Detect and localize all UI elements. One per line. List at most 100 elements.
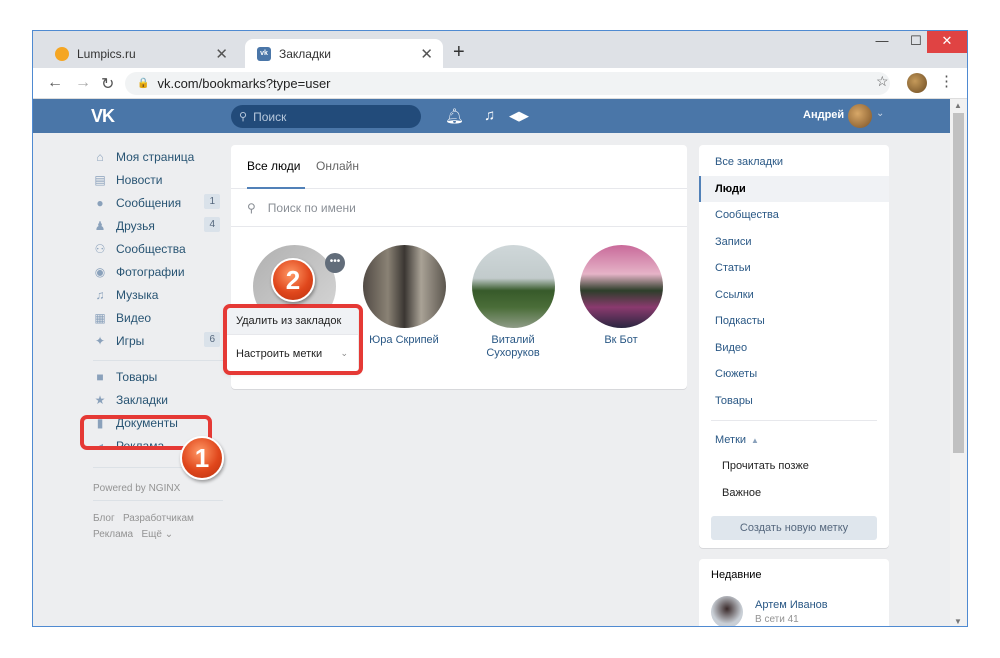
menu-label: Друзья [116,218,155,233]
person-photo[interactable] [471,245,555,328]
bag-icon: ■ [96,369,104,384]
person-name[interactable]: Юра Скрипей [349,334,459,347]
chevron-down-icon[interactable]: ⌄ [876,108,884,119]
footer-dev-link[interactable]: Разработчикам [123,513,194,524]
tab-bookmarks[interactable]: vk Закладки ✕ [245,39,443,68]
reload-icon[interactable]: ↻ [101,74,114,94]
tab-lumpics[interactable]: Lumpics.ru ✕ [43,39,238,68]
more-actions-icon[interactable]: ••• [325,253,345,273]
vk-header: VK ⚲ Поиск 🔔︎ ♫ ◀▶ Андрей ⌄ [33,99,951,133]
category-all[interactable]: Все закладки [699,149,889,176]
music-icon: ♫ [95,287,105,302]
tags-toggle[interactable]: Метки ▲ [699,427,889,453]
menu-item-music[interactable]: ♫ Музыка [93,283,223,306]
category-communities[interactable]: Сообщества [699,202,889,229]
home-icon: ⌂ [96,149,104,164]
menu-item-video[interactable]: ▦ Видео [93,306,223,329]
menu-label: Игры [116,333,145,348]
powered-by: Powered by NGINX [93,483,181,494]
lumpics-favicon-icon [55,46,69,61]
menu-item-news[interactable]: ▤ Новости [93,168,223,191]
menu-item-photos[interactable]: ◉ Фотографии [93,260,223,283]
forward-icon[interactable]: → [75,74,91,92]
lock-icon: 🔒 [137,78,150,89]
play-icon[interactable]: ◀▶ [509,108,529,124]
count-badge: 6 [204,332,220,347]
menu-label: Сообщества [116,241,186,256]
scrollbar-thumb[interactable] [953,113,964,453]
person-name[interactable]: Виталий Сухоруков [478,334,548,360]
person-icon: ♟ [94,218,106,233]
person-card[interactable]: Вк Бот [566,245,676,347]
scroll-up-icon[interactable]: ▲ [954,101,962,110]
footer-ads-link[interactable]: Реклама [93,529,133,540]
address-bar[interactable]: 🔒 vk.com/bookmarks?type=user [125,72,890,95]
name-search-input[interactable]: ⚲ Поиск по имени [231,189,687,227]
person-card[interactable]: Юра Скрипей [349,245,459,347]
menu-item-market[interactable]: ■ Товары [93,365,223,388]
close-icon[interactable]: ✕ [215,45,228,63]
bookmark-star-icon[interactable]: ☆ [876,73,889,90]
scroll-down-icon[interactable]: ▼ [954,617,962,626]
category-stories[interactable]: Сюжеты [699,361,889,388]
create-tag-button[interactable]: Создать новую метку [711,516,877,540]
music-icon[interactable]: ♫ [484,107,495,124]
category-posts[interactable]: Записи [699,229,889,256]
chevron-down-icon: ⌄ [164,529,174,540]
menu-label: Видео [116,310,152,325]
tab-online[interactable]: Онлайн [316,159,359,173]
tag-important[interactable]: Важное [699,480,889,507]
close-icon[interactable]: ✕ [420,45,433,63]
bell-icon[interactable]: 🔔︎ [445,107,464,125]
chat-icon: ● [96,195,104,210]
category-links[interactable]: Ссылки [699,282,889,309]
recent-person-status: В сети 41 [755,614,799,625]
menu-label: Товары [116,369,158,384]
menu-label: Моя страница [116,149,195,164]
count-badge: 4 [204,217,220,232]
menu-item-communities[interactable]: ⚇ Сообщества [93,237,223,260]
url-text: vk.com/bookmarks?type=user [157,76,331,91]
person-card[interactable]: Виталий Сухоруков [458,245,568,360]
back-icon[interactable]: ← [47,74,63,92]
recent-person-name[interactable]: Артем Иванов [755,599,828,611]
tab-title: Lumpics.ru [77,46,136,61]
person-photo[interactable] [362,245,446,328]
page-viewport: VK ⚲ Поиск 🔔︎ ♫ ◀▶ Андрей ⌄ ⌂ Моя страниц… [33,99,951,626]
vk-logo[interactable]: VK [91,106,115,127]
category-articles[interactable]: Статьи [699,255,889,282]
tag-read-later[interactable]: Прочитать позже [699,453,889,480]
menu-item-bookmarks[interactable]: ★ Закладки [93,388,223,411]
active-tab-indicator [247,187,305,189]
profile-avatar[interactable] [907,73,927,93]
footer-more-link[interactable]: Ещё [141,529,161,540]
user-name[interactable]: Андрей [803,109,844,121]
category-market[interactable]: Товары [699,388,889,415]
menu-item-friends[interactable]: ♟ Друзья 4 [93,214,223,237]
minimize-button[interactable]: — [865,31,899,53]
scrollbar[interactable]: ▲ ▼ [950,99,967,626]
window-close-button[interactable]: ✕ [927,31,967,53]
category-people[interactable]: Люди [699,175,889,202]
search-input[interactable]: ⚲ Поиск [231,105,421,128]
left-menu: ⌂ Моя страница ▤ Новости ● Сообщения 1 ♟ Друз… [93,145,223,543]
new-tab-button[interactable]: + [453,41,465,64]
menu-item-my-page[interactable]: ⌂ Моя страница [93,145,223,168]
step-marker-2: 2 [271,258,315,302]
avatar[interactable] [848,104,872,128]
avatar[interactable] [711,596,743,626]
tab-all-people[interactable]: Все люди [247,159,300,173]
category-podcasts[interactable]: Подкасты [699,308,889,335]
menu-item-games[interactable]: ✦ Игры 6 [93,329,223,352]
person-name[interactable]: Вк Бот [566,334,676,347]
menu-item-messages[interactable]: ● Сообщения 1 [93,191,223,214]
highlight-box-popup [223,304,363,375]
person-photo[interactable] [579,245,663,328]
vk-favicon-icon: vk [257,46,271,61]
star-icon: ★ [94,392,106,407]
category-video[interactable]: Видео [699,335,889,362]
divider [93,500,223,501]
menu-kebab-icon[interactable]: ⋮ [939,72,954,90]
footer-blog-link[interactable]: Блог [93,513,115,524]
news-icon: ▤ [94,172,106,187]
